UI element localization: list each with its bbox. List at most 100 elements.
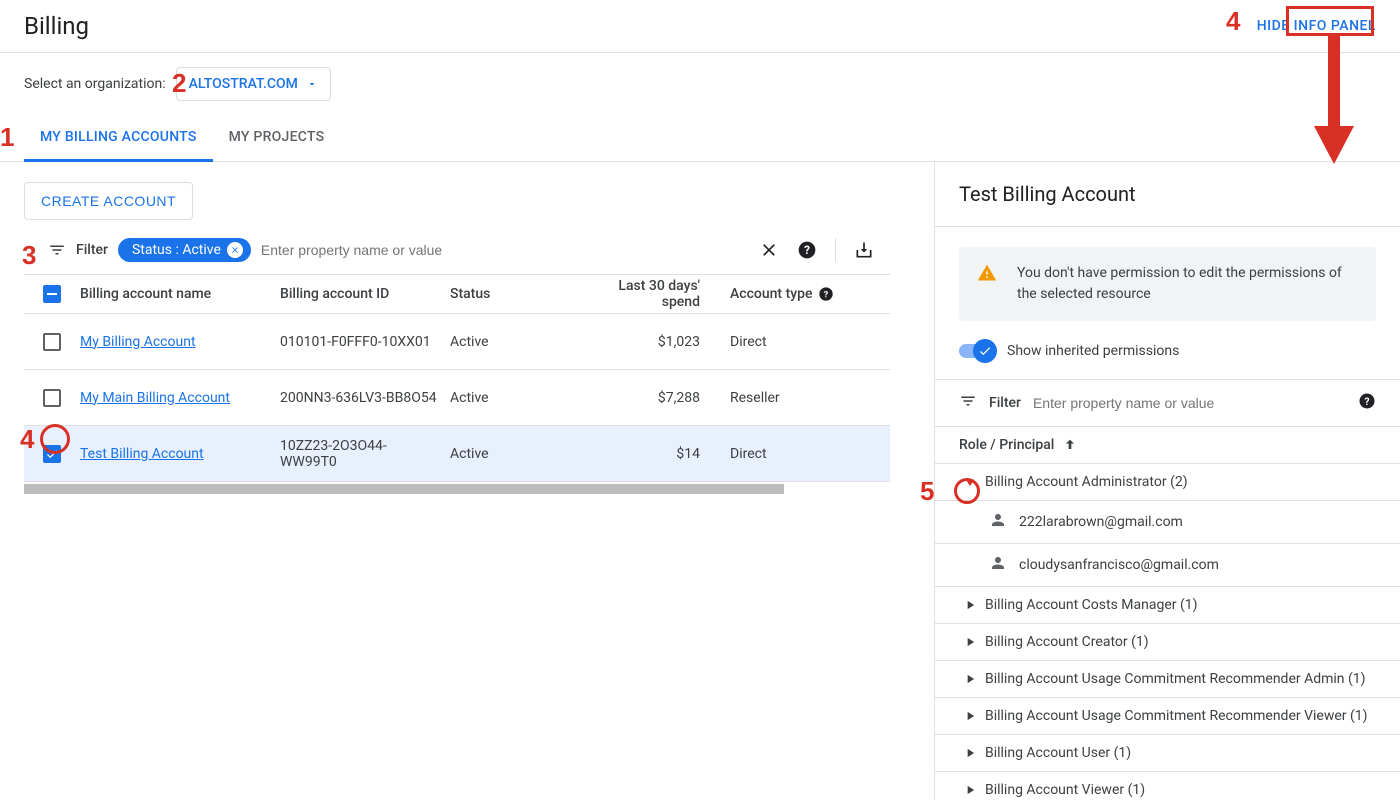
principal-row[interactable]: cloudysanfrancisco@gmail.com (935, 544, 1400, 587)
inherited-permissions-toggle[interactable] (959, 344, 995, 358)
page-header: Billing HIDE INFO PANEL (0, 0, 1400, 53)
download-icon[interactable] (854, 240, 874, 260)
panel-filter-label: Filter (989, 395, 1021, 411)
role-label: Billing Account User (1) (985, 745, 1131, 761)
col-header-spend[interactable]: Last 30 days' spend (590, 278, 730, 310)
svg-text:?: ? (824, 289, 829, 300)
panel-title: Test Billing Account (935, 162, 1400, 227)
table-row[interactable]: Test Billing Account 10ZZ23-2O3O44-WW99T… (24, 426, 890, 482)
expand-arrow-icon (963, 672, 977, 686)
account-spend: $1,023 (590, 334, 730, 350)
filter-input[interactable] (261, 242, 749, 258)
filter-icon (48, 241, 66, 259)
account-link[interactable]: Test Billing Account (80, 446, 204, 462)
principal-row[interactable]: 222larabrown@gmail.com (935, 501, 1400, 544)
col-header-type[interactable]: Account type ? (730, 286, 850, 302)
main-area: CREATE ACCOUNT Filter Status : Active ? … (0, 162, 1400, 800)
panel-filter-bar: Filter ? (935, 379, 1400, 427)
account-id: 10ZZ23-2O3O44-WW99T0 (280, 438, 450, 470)
clear-icon[interactable] (759, 240, 779, 260)
col-header-status[interactable]: Status (450, 286, 590, 302)
expand-arrow-icon (963, 475, 977, 489)
role-label: Billing Account Usage Commitment Recomme… (985, 708, 1368, 724)
org-select-label: Select an organization: (24, 76, 166, 92)
role-row[interactable]: Billing Account Usage Commitment Recomme… (935, 698, 1400, 735)
row-checkbox[interactable] (43, 389, 61, 407)
toggle-label: Show inherited permissions (1007, 343, 1179, 359)
expand-arrow-icon (963, 783, 977, 797)
account-status: Active (450, 334, 590, 350)
role-row[interactable]: Billing Account Usage Commitment Recomme… (935, 661, 1400, 698)
help-icon[interactable]: ? (1358, 392, 1376, 414)
tab-bar: MY BILLING ACCOUNTS MY PROJECTS (0, 115, 1400, 162)
principal-email: 222larabrown@gmail.com (1019, 514, 1183, 530)
account-id: 010101-F0FFF0-10XX01 (280, 334, 450, 350)
account-type: Direct (730, 446, 850, 462)
filter-bar: Filter Status : Active ? (0, 220, 934, 274)
svg-text:?: ? (804, 243, 810, 257)
create-account-button[interactable]: CREATE ACCOUNT (24, 182, 193, 220)
role-label: Billing Account Creator (1) (985, 634, 1149, 650)
help-icon[interactable]: ? (797, 240, 817, 260)
select-all-checkbox[interactable] (43, 285, 61, 303)
page-title: Billing (24, 12, 89, 40)
expand-arrow-icon (963, 709, 977, 723)
role-row[interactable]: Billing Account Creator (1) (935, 624, 1400, 661)
row-checkbox[interactable] (43, 333, 61, 351)
role-row[interactable]: Billing Account User (1) (935, 735, 1400, 772)
toggle-knob (973, 339, 997, 363)
org-selector-row: Select an organization: ALTOSTRAT.COM (0, 53, 1400, 115)
help-icon[interactable]: ? (818, 286, 834, 302)
table-row[interactable]: My Billing Account 010101-F0FFF0-10XX01 … (24, 314, 890, 370)
divider (835, 238, 836, 262)
row-checkbox[interactable] (43, 445, 61, 463)
role-column-header[interactable]: Role / Principal (935, 427, 1400, 464)
permission-warning: You don't have permission to edit the pe… (959, 247, 1376, 321)
sort-arrow-up-icon (1062, 437, 1078, 453)
role-label: Billing Account Administrator (2) (985, 474, 1188, 490)
account-link[interactable]: My Main Billing Account (80, 390, 230, 406)
warning-icon (977, 263, 997, 305)
caret-down-icon (306, 78, 318, 90)
expand-arrow-icon (963, 635, 977, 649)
tab-my-projects[interactable]: MY PROJECTS (213, 115, 341, 161)
role-label: Billing Account Costs Manager (1) (985, 597, 1198, 613)
tab-my-billing-accounts[interactable]: MY BILLING ACCOUNTS (24, 115, 213, 162)
account-spend: $7,288 (590, 390, 730, 406)
filter-actions: ? (759, 238, 910, 262)
account-id: 200NN3-636LV3-BB8O54 (280, 390, 450, 406)
inherited-permissions-toggle-row: Show inherited permissions (935, 337, 1400, 379)
table-row[interactable]: My Main Billing Account 200NN3-636LV3-BB… (24, 370, 890, 426)
expand-arrow-icon (963, 598, 977, 612)
expand-arrow-icon (963, 746, 977, 760)
account-status: Active (450, 390, 590, 406)
chip-text: Status : Active (132, 242, 221, 258)
filter-icon (959, 392, 977, 414)
account-type: Reseller (730, 390, 850, 406)
filter-label: Filter (76, 242, 108, 258)
role-label: Billing Account Usage Commitment Recomme… (985, 671, 1366, 687)
svg-text:?: ? (1364, 395, 1369, 408)
principal-email: cloudysanfrancisco@gmail.com (1019, 557, 1219, 573)
role-row[interactable]: Billing Account Costs Manager (1) (935, 587, 1400, 624)
org-picker-dropdown[interactable]: ALTOSTRAT.COM (176, 67, 331, 101)
col-header-name[interactable]: Billing account name (80, 286, 280, 302)
billing-accounts-table: Billing account name Billing account ID … (24, 274, 890, 482)
info-panel: Test Billing Account You don't have perm… (935, 162, 1400, 800)
warning-text: You don't have permission to edit the pe… (1017, 263, 1358, 305)
account-spend: $14 (590, 446, 730, 462)
account-status: Active (450, 446, 590, 462)
person-icon (989, 511, 1007, 533)
col-header-id[interactable]: Billing account ID (280, 286, 450, 302)
table-header-row: Billing account name Billing account ID … (24, 274, 890, 314)
horizontal-scrollbar[interactable] (24, 484, 784, 494)
person-icon (989, 554, 1007, 576)
panel-filter-input[interactable] (1033, 395, 1346, 411)
role-row[interactable]: Billing Account Administrator (2) (935, 464, 1400, 501)
filter-chip-status-active[interactable]: Status : Active (118, 238, 251, 262)
chip-remove-icon[interactable] (227, 242, 243, 258)
hide-info-panel-button[interactable]: HIDE INFO PANEL (1257, 18, 1376, 34)
content-pane: CREATE ACCOUNT Filter Status : Active ? … (0, 162, 935, 800)
org-value: ALTOSTRAT.COM (189, 76, 298, 92)
account-link[interactable]: My Billing Account (80, 334, 196, 350)
